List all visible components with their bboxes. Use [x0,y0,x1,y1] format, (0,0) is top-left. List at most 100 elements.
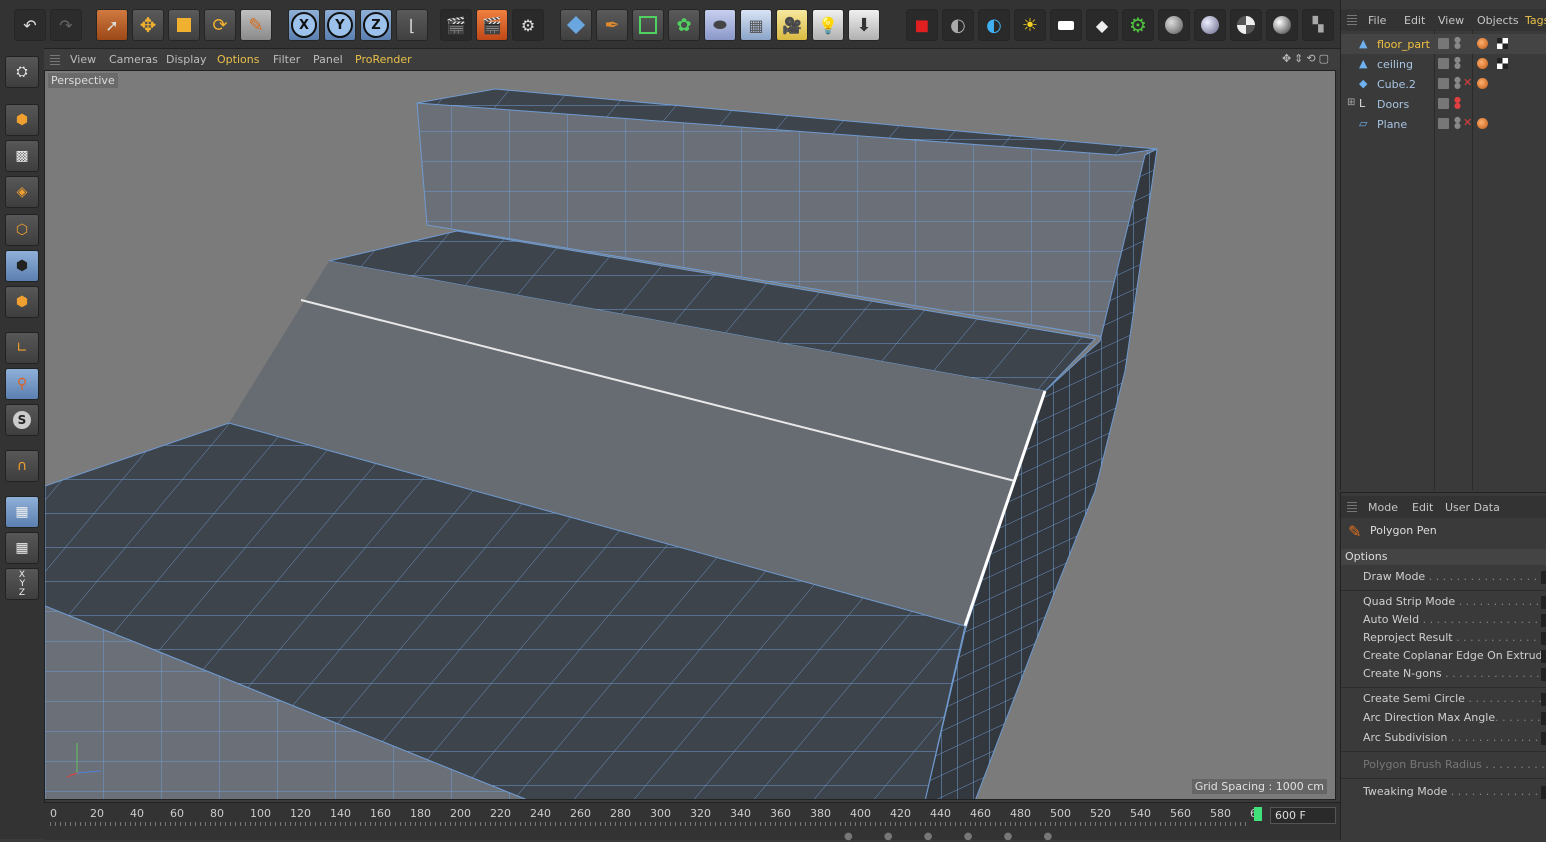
glass-material-icon[interactable] [1194,9,1226,41]
edges-mode-icon[interactable]: ⬢ [5,250,39,282]
solo-mode-icon[interactable]: S [5,404,39,436]
option-control[interactable] [1541,712,1546,725]
light-icon[interactable]: 💡 [812,9,844,41]
option-arc-direction-max-angle[interactable]: Arc Direction Max Angle. . . . . . . . . [1363,711,1546,727]
quantize-icon[interactable]: XYZ [5,568,39,600]
option-control[interactable] [1541,732,1546,745]
points-mode-icon[interactable]: ⬡ [5,214,39,246]
drop-to-floor-icon[interactable]: ⬇ [848,9,880,41]
object-row-ceiling[interactable]: ▲ ceiling ● ● [1341,54,1546,74]
render-settings-icon[interactable]: ⚙ [512,9,544,41]
axis-mode-icon[interactable]: ∟ [5,332,39,364]
3d-viewport[interactable]: Perspective Grid Spacing : 1000 cm [44,70,1336,800]
timeline[interactable]: 0 20 40 60 80 100 120 140 160 180 200 220 240 260 280 3… [44,802,1340,842]
visibility-dots[interactable]: ● ● [1454,96,1461,110]
chrome-sphere-icon[interactable] [1266,9,1298,41]
redo-icon[interactable]: ↷ [50,9,82,41]
playhead-marker[interactable] [1254,807,1262,821]
gear-icon[interactable]: ⚙ [1122,9,1154,41]
option-control[interactable] [1541,786,1546,799]
option-auto-weld[interactable]: Auto Weld . . . . . . . . . . . . . . . … [1363,613,1546,629]
drag-grip[interactable] [50,55,60,65]
menu-user-data[interactable]: User Data [1445,501,1500,514]
layer-toggle[interactable] [1438,78,1449,89]
spot-light-icon[interactable]: ◆ [1086,9,1118,41]
object-row-floor-part[interactable]: ▲ floor_part ● ● [1341,34,1546,54]
sun-icon[interactable]: ☀ [1014,9,1046,41]
floor-icon[interactable]: ▦ [740,9,772,41]
visibility-dots[interactable]: ● ● [1454,56,1461,70]
menu-objects[interactable]: Objects [1477,14,1519,27]
live-selection-icon[interactable]: ➚ [96,9,128,41]
stage-icon[interactable]: ◼ [906,9,938,41]
layer-toggle[interactable] [1438,118,1449,129]
menu-mode[interactable]: Mode [1368,501,1398,514]
polygons-mode-icon[interactable]: ⬢ [5,286,39,318]
menu-file[interactable]: File [1368,14,1386,27]
layer-toggle[interactable] [1438,58,1449,69]
option-control[interactable] [1541,571,1546,584]
polygon-pen-icon[interactable]: ✎ [240,9,272,41]
planar-workplane-icon[interactable]: ▦ [5,532,39,564]
sphere-material-icon[interactable] [1158,9,1190,41]
option-arc-subdivision[interactable]: Arc Subdivision . . . . . . . . . . . . … [1363,731,1546,747]
option-control[interactable] [1541,650,1546,663]
object-name[interactable]: floor_part [1377,38,1430,51]
object-row-cube-2[interactable]: ◆ Cube.2 ● ● ✕ [1341,74,1546,94]
visibility-dots[interactable]: ● ● [1454,76,1461,90]
menu-options[interactable]: Options [217,53,259,66]
y-axis-lock[interactable]: Y [324,9,356,41]
object-name[interactable]: Doors [1377,98,1409,111]
layer-toggle[interactable] [1438,98,1449,109]
option-quad-strip-mode[interactable]: Quad Strip Mode . . . . . . . . . . . . … [1363,595,1546,611]
rotate-tool-icon[interactable]: ⟳ [204,9,236,41]
render-to-picture-viewer-icon[interactable]: 🎬 [476,9,508,41]
menu-view[interactable]: View [1438,14,1464,27]
checker-sphere-icon[interactable] [1230,9,1262,41]
phong-tag-icon[interactable] [1477,58,1488,69]
sky-icon[interactable]: ◐ [942,9,974,41]
option-tweaking-mode[interactable]: Tweaking Mode . . . . . . . . . . . . . … [1363,785,1546,801]
option-control[interactable] [1541,668,1546,681]
viewport-nav-icons[interactable]: ✥⇕⟲▢ [1282,52,1332,65]
expand-icon[interactable]: ⊞ [1347,97,1355,108]
x-axis-lock[interactable]: X [288,9,320,41]
phong-tag-icon[interactable] [1477,38,1488,49]
camera-icon[interactable]: 🎥 [776,9,808,41]
option-control[interactable] [1541,632,1546,645]
move-tool-icon[interactable]: ✥ [132,9,164,41]
option-create-coplanar-edge[interactable]: Create Coplanar Edge On Extrude [1363,649,1546,665]
z-axis-lock[interactable]: Z [360,9,392,41]
menu-cameras[interactable]: Cameras [109,53,158,66]
option-control[interactable] [1541,596,1546,609]
texture-tag-icon[interactable] [1497,58,1508,69]
snapping-icon[interactable]: ∩ [5,450,39,482]
option-create-semi-circle[interactable]: Create Semi Circle . . . . . . . . . . .… [1363,692,1546,708]
disabled-x-icon[interactable]: ✕ [1463,76,1472,89]
option-reproject-result[interactable]: Reproject Result . . . . . . . . . . . .… [1363,631,1546,647]
drag-grip[interactable] [1347,502,1357,512]
option-draw-mode[interactable]: Draw Mode . . . . . . . . . . . . . . . … [1363,570,1546,586]
transport-controls[interactable]: ● ● ● ● ● ● [844,831,1066,842]
environment-icon[interactable]: ◐ [978,9,1010,41]
model-mode-icon[interactable]: ⬢ [5,104,39,136]
object-name[interactable]: Cube.2 [1377,78,1416,91]
drag-grip[interactable] [1347,15,1357,25]
menu-panel[interactable]: Panel [313,53,343,66]
coordinate-system-icon[interactable]: ⌊ [396,9,428,41]
disabled-x-icon[interactable]: ✕ [1463,116,1472,129]
subdivision-surface-icon[interactable] [632,9,664,41]
object-name[interactable]: Plane [1377,118,1407,131]
texture-mode-icon[interactable]: ▩ [5,140,39,172]
deformer-icon[interactable]: ⬬ [704,9,736,41]
menu-view[interactable]: View [70,53,96,66]
option-control[interactable] [1541,614,1546,627]
visibility-dots[interactable]: ● ● [1454,116,1461,130]
option-create-ngons[interactable]: Create N-gons . . . . . . . . . . . . . … [1363,667,1546,683]
texture-tag-icon[interactable] [1497,38,1508,49]
layer-toggle[interactable] [1438,38,1449,49]
menu-tags[interactable]: Tags [1525,14,1546,27]
cube-object-icon[interactable] [560,9,592,41]
menu-edit[interactable]: Edit [1404,14,1425,27]
scale-tool-icon[interactable] [168,9,200,41]
